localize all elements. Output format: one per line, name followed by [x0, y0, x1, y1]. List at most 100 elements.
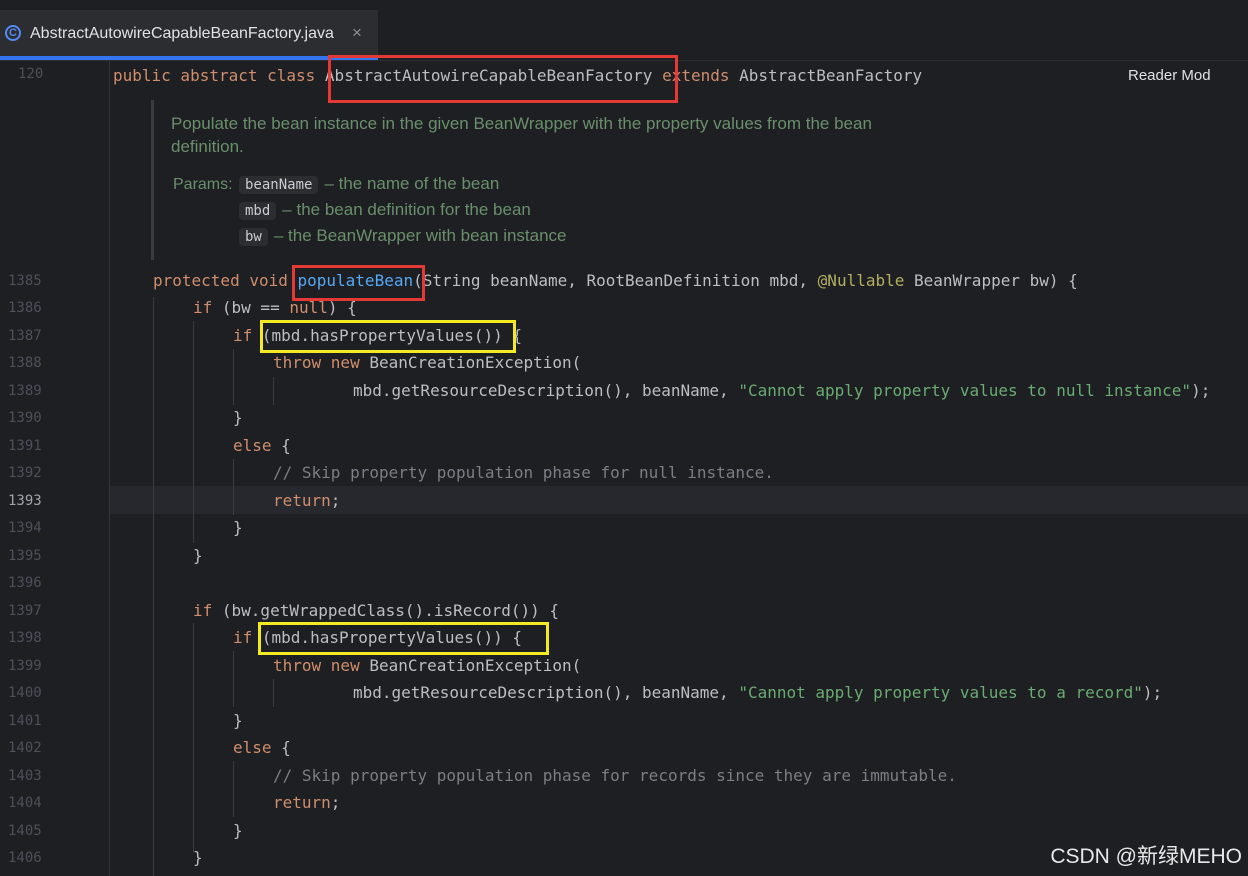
doc-line: definition. [171, 137, 244, 156]
indent-guide [233, 349, 234, 405]
code-text: BeanCreationException( [359, 656, 582, 675]
line-number: 120 [18, 66, 44, 82]
close-tab-icon[interactable]: × [352, 23, 362, 43]
param-name: bw [239, 228, 268, 246]
highlight-box-condition [260, 320, 516, 353]
keyword: throw new [273, 656, 360, 675]
line-number: 1396 [8, 575, 42, 591]
keyword: else [233, 738, 272, 757]
code-line: } [233, 711, 243, 730]
code-text: ); [1191, 381, 1211, 400]
line-number: 1394 [8, 520, 42, 536]
doc-line: Populate the bean instance in the given … [171, 114, 872, 133]
comment-line: // Skip property population phase for nu… [273, 463, 774, 482]
code-text: ; [330, 491, 341, 510]
line-number: 1403 [8, 768, 42, 784]
line-number: 1404 [8, 795, 42, 811]
code-line: else { [233, 436, 291, 455]
line-number: 1397 [8, 603, 42, 619]
param-desc: – the name of the bean [324, 174, 500, 193]
line-number: 1399 [8, 658, 42, 674]
highlight-box-condition [258, 622, 549, 655]
line-number: 1386 [8, 300, 42, 316]
line-number: 1387 [8, 328, 42, 344]
file-tab[interactable]: C AbstractAutowireCapableBeanFactory.jav… [0, 10, 378, 60]
indent-guide [233, 651, 234, 707]
code-line: return; [273, 793, 340, 812]
code-text: { [271, 436, 291, 455]
code-line: mbd.getResourceDescription(), beanName, … [353, 683, 1162, 702]
doc-param: bw – the BeanWrapper with bean instance [239, 226, 567, 246]
param-desc: – the BeanWrapper with bean instance [273, 226, 567, 245]
keyword: if [193, 601, 213, 620]
line-number: 1391 [8, 438, 42, 454]
highlight-box-class-name [328, 55, 678, 103]
tab-title: AbstractAutowireCapableBeanFactory.java [30, 25, 334, 42]
code-line: } [193, 546, 203, 565]
indent-guide [273, 679, 274, 707]
keyword: public abstract class [113, 66, 325, 85]
indent-guide [273, 377, 274, 405]
keyword: return [273, 793, 331, 812]
line-number: 1406 [8, 850, 42, 866]
line-number: 1395 [8, 548, 42, 564]
code-text: (String beanName, RootBeanDefinition mbd… [413, 271, 818, 290]
annotation: @Nullable [817, 271, 905, 290]
doc-param: beanName – the name of the bean [239, 174, 499, 194]
param-name: mbd [239, 202, 277, 220]
code-editor[interactable]: 120 public abstract class AbstractAutowi… [0, 55, 1248, 876]
code-line: else { [233, 738, 291, 757]
line-number: 1390 [8, 410, 42, 426]
code-text: (bw == [212, 298, 290, 317]
code-line: throw new BeanCreationException( [273, 353, 581, 372]
code-line: } [193, 848, 203, 867]
indent-guide [233, 761, 234, 817]
keyword: if [193, 298, 213, 317]
code-line: } [233, 518, 243, 537]
string-literal: "Cannot apply property values to null in… [738, 381, 1192, 400]
indent-guide [193, 321, 194, 543]
parent-class-name: AbstractBeanFactory [739, 66, 923, 85]
param-desc: – the bean definition for the bean [282, 200, 531, 219]
code-line: } [233, 408, 243, 427]
string-literal: "Cannot apply property values to a recor… [738, 683, 1143, 702]
code-line: mbd.getResourceDescription(), beanName, … [353, 381, 1210, 400]
line-number: 1402 [8, 740, 42, 756]
line-number: 1389 [8, 383, 42, 399]
code-text: ; [330, 793, 341, 812]
code-line: if (bw.getWrappedClass().isRecord()) { [193, 601, 559, 620]
doc-comment-bar [151, 100, 154, 260]
keyword: if [233, 326, 253, 345]
watermark: CSDN @新绿MEHO [1050, 845, 1242, 868]
code-line: } [233, 821, 243, 840]
doc-params-label: Params: [173, 176, 233, 193]
keyword: else [233, 436, 272, 455]
line-number: 1388 [8, 355, 42, 371]
comment-line: // Skip property population phase for re… [273, 766, 957, 785]
reader-mode-button[interactable]: Reader Mod [1099, 62, 1248, 90]
code-text: BeanWrapper bw) { [904, 271, 1078, 290]
code-text: { [271, 738, 291, 757]
line-number: 1385 [8, 273, 42, 289]
code-text: BeanCreationException( [359, 353, 582, 372]
line-number: 1400 [8, 685, 42, 701]
class-c-icon: C [5, 25, 21, 41]
param-name: beanName [239, 176, 319, 194]
code-text: mbd.getResourceDescription(), beanName, [353, 381, 739, 400]
active-tab-indicator [0, 56, 378, 60]
code-line: return; [273, 491, 340, 510]
indent-guide [193, 623, 194, 853]
indent-guide [153, 297, 154, 876]
highlight-box-method-name [292, 265, 425, 301]
keyword: return [273, 491, 331, 510]
gutter-divider [109, 61, 110, 876]
doc-param: mbd – the bean definition for the bean [239, 200, 531, 220]
line-number: 1405 [8, 823, 42, 839]
code-text: mbd.getResourceDescription(), beanName, [353, 683, 739, 702]
line-number: 1392 [8, 465, 42, 481]
code-line: throw new BeanCreationException( [273, 656, 581, 675]
editor-tab-bar: C AbstractAutowireCapableBeanFactory.jav… [0, 0, 1248, 61]
keyword: protected void [153, 271, 298, 290]
keyword: throw new [273, 353, 360, 372]
code-text: ); [1142, 683, 1163, 702]
